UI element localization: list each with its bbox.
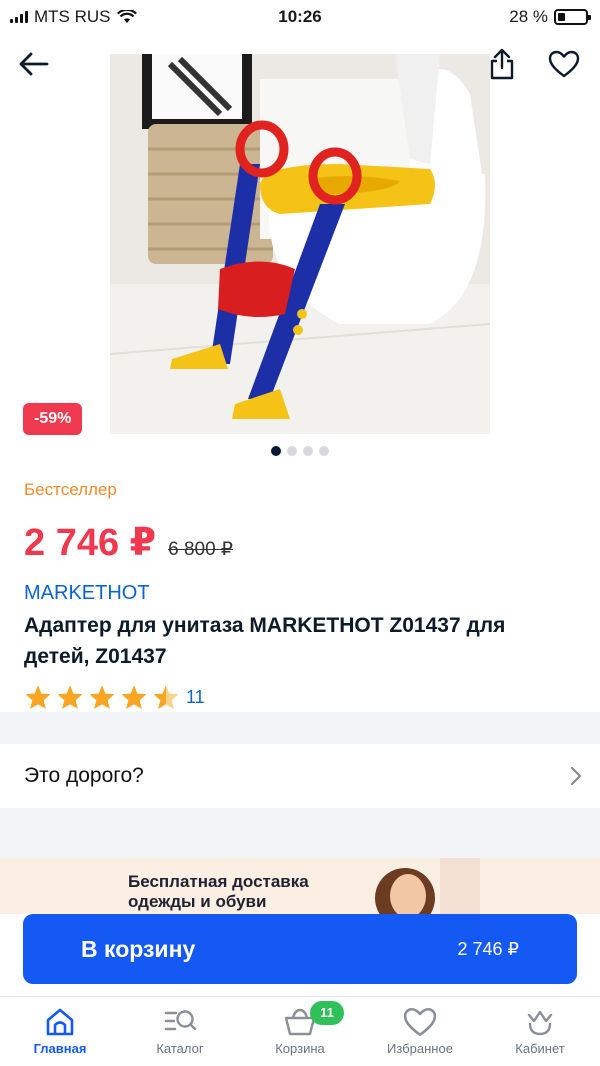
is-expensive-label: Это дорого?: [24, 764, 144, 787]
back-button[interactable]: [12, 42, 56, 86]
tab-catalog[interactable]: Каталог: [120, 1007, 240, 1056]
bottom-tab-bar: Главная Каталог 11 Корзина Избранное Каб…: [0, 996, 600, 1066]
status-right: 28 %: [509, 7, 591, 27]
chevron-right-icon: [570, 766, 582, 786]
heart-icon: [548, 50, 580, 78]
product-photo: [110, 54, 490, 434]
image-pagination[interactable]: [0, 446, 600, 456]
tab-home[interactable]: Главная: [0, 1007, 120, 1056]
tab-label: Кабинет: [515, 1041, 565, 1056]
star-icon: [89, 685, 115, 709]
section-divider: [0, 712, 600, 744]
pagination-dot[interactable]: [271, 446, 281, 456]
promo-line: одежды и обуви: [128, 892, 267, 911]
home-icon: [46, 1008, 74, 1036]
tab-cart[interactable]: 11 Корзина: [240, 1001, 360, 1056]
cart-count-badge: 11: [310, 1001, 344, 1025]
add-to-cart-button[interactable]: В корзину 2 746 ₽: [23, 914, 577, 984]
bestseller-label: Бестселлер: [24, 480, 117, 499]
tab-account[interactable]: Кабинет: [480, 1007, 600, 1056]
promo-banner[interactable]: Бесплатная доставка одежды и обуви: [0, 858, 600, 914]
old-price: 6 800 ₽: [168, 539, 234, 560]
half-star-icon: [153, 685, 179, 709]
tab-label: Избранное: [387, 1041, 453, 1056]
star-icon: [25, 685, 51, 709]
tab-label: Корзина: [275, 1041, 325, 1056]
product-image[interactable]: [110, 54, 490, 434]
section-divider: [0, 808, 600, 858]
heart-icon: [403, 1007, 437, 1037]
current-price: 2 746 ₽: [24, 522, 157, 564]
add-to-cart-label: В корзину: [81, 936, 196, 962]
add-to-cart-price: 2 746 ₽: [457, 939, 520, 959]
promo-text: Бесплатная доставка одежды и обуви: [128, 872, 309, 912]
status-bar: MTS RUS 10:26 28 %: [0, 0, 600, 34]
tab-favorites[interactable]: Избранное: [360, 1007, 480, 1056]
is-expensive-row[interactable]: Это дорого?: [0, 744, 600, 808]
share-icon: [490, 48, 514, 80]
star-icon: [57, 685, 83, 709]
rating[interactable]: 11: [24, 684, 205, 710]
rating-count[interactable]: 11: [186, 687, 205, 708]
tab-label: Главная: [33, 1041, 87, 1056]
promo-line: Бесплатная доставка: [128, 872, 309, 891]
price-row: 2 746 ₽ 6 800 ₽: [24, 520, 233, 565]
star-icon: [121, 685, 147, 709]
arrow-left-icon: [19, 52, 49, 76]
promo-person-image: [375, 858, 480, 914]
battery-icon: [554, 9, 591, 25]
favorite-button[interactable]: [542, 42, 586, 86]
catalog-search-icon: [164, 1010, 197, 1031]
brand-link[interactable]: MARKETHOT: [24, 582, 150, 605]
pagination-dot[interactable]: [303, 446, 313, 456]
tab-label: Каталог: [156, 1041, 204, 1056]
pagination-dot[interactable]: [319, 446, 329, 456]
discount-badge: -59%: [23, 403, 83, 435]
product-title: Адаптер для унитаза MARKETHOT Z01437 для…: [24, 614, 506, 668]
battery-percent: 28 %: [509, 7, 548, 26]
pagination-dot[interactable]: [287, 446, 297, 456]
crown-icon: [527, 1010, 553, 1036]
